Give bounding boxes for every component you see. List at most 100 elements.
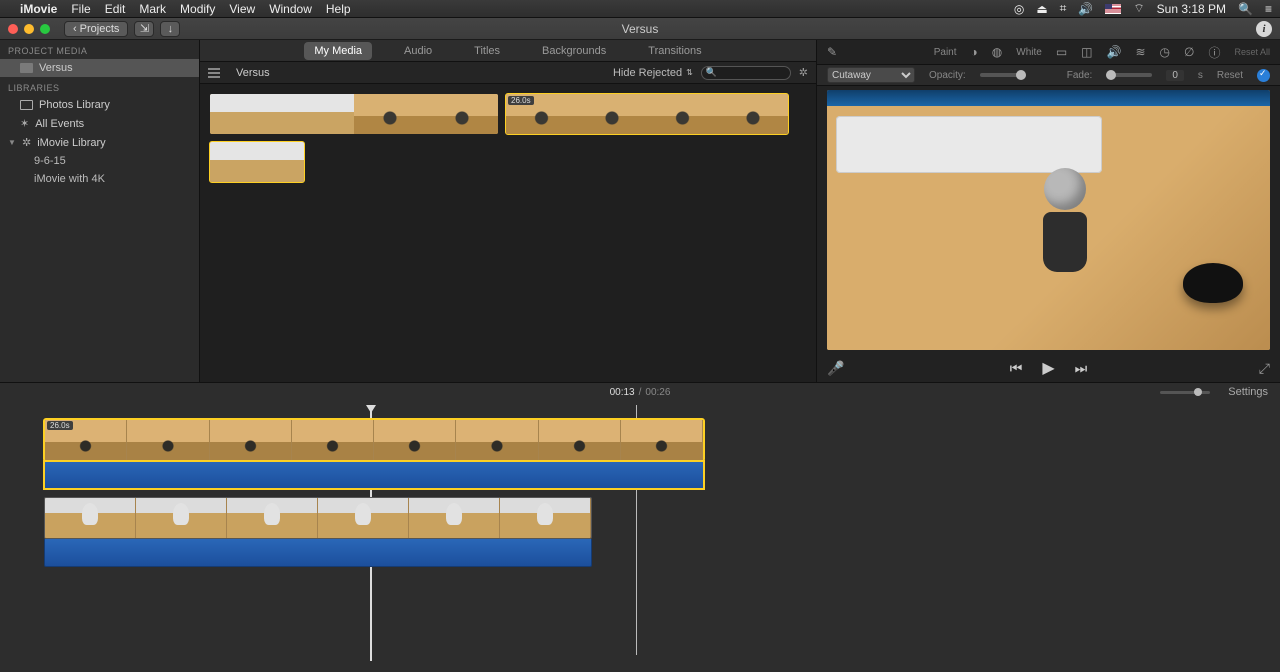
speed-icon[interactable]: ◷	[1160, 45, 1170, 59]
bluetooth-icon[interactable]: ⌗	[1060, 1, 1067, 16]
next-frame-button[interactable]: ⏭	[1075, 360, 1088, 377]
search-field[interactable]: 🔍	[701, 66, 791, 80]
timeline-settings-button[interactable]: Settings	[1228, 386, 1268, 398]
info-button[interactable]: i	[1256, 21, 1272, 37]
window-controls	[8, 24, 50, 34]
photos-icon	[20, 100, 33, 110]
timeline-panel: 00:13 / 00:26 Settings 26.0s	[0, 382, 1280, 672]
sidebar-event-imovie-4k[interactable]: iMovie with 4K	[0, 170, 199, 188]
timeline[interactable]: 26.0s	[0, 401, 1280, 661]
browser-settings-button[interactable]: ✲	[799, 66, 808, 79]
menu-file[interactable]: File	[71, 2, 90, 16]
notification-center-icon[interactable]: ≡	[1265, 2, 1272, 16]
noise-reduction-icon[interactable]: ≋	[1135, 45, 1145, 59]
menu-view[interactable]: View	[229, 2, 255, 16]
white-balance-label: White	[1016, 47, 1042, 58]
apply-checkmark-icon[interactable]	[1257, 69, 1270, 82]
timeline-marker[interactable]	[366, 405, 376, 413]
import-media-button[interactable]: ⇲	[134, 21, 154, 37]
prev-frame-button[interactable]: ⏮	[1010, 360, 1023, 377]
browser-title: Versus	[236, 67, 270, 79]
media-clip[interactable]	[210, 94, 498, 134]
media-clip-selected[interactable]: 26.0s	[506, 94, 788, 134]
window-toolbar: ‹ Projects ⇲ ↓ Versus i	[0, 18, 1280, 40]
fullscreen-button[interactable]: ⤢	[1259, 360, 1270, 377]
sidebar-all-events[interactable]: ✶ All Events	[0, 114, 199, 133]
airplay-icon[interactable]: ⏏	[1036, 2, 1047, 16]
voiceover-button[interactable]: 🎤	[827, 360, 844, 377]
media-clip-selected[interactable]	[210, 142, 304, 182]
fade-value: 0	[1166, 70, 1184, 81]
app-menu[interactable]: iMovie	[20, 2, 57, 16]
media-browser: 26.0s	[200, 84, 816, 382]
chevron-left-icon: ‹	[73, 23, 77, 35]
opacity-label: Opacity:	[929, 70, 966, 81]
clip-filter-icon[interactable]: ∅	[1184, 45, 1194, 59]
tab-titles[interactable]: Titles	[464, 42, 510, 60]
project-media-header: PROJECT MEDIA	[0, 40, 199, 59]
sidebar-project-versus[interactable]: Versus	[0, 59, 199, 77]
crop-icon[interactable]: ▭	[1056, 45, 1067, 59]
menu-window[interactable]: Window	[269, 2, 312, 16]
menu-edit[interactable]: Edit	[105, 2, 126, 16]
minimize-window-button[interactable]	[24, 24, 34, 34]
menu-mark[interactable]: Mark	[139, 2, 166, 16]
fade-slider[interactable]	[1106, 73, 1152, 77]
zoom-window-button[interactable]	[40, 24, 50, 34]
stabilization-icon[interactable]: ◫	[1081, 45, 1092, 59]
sidebar-photos-library[interactable]: Photos Library	[0, 96, 199, 114]
sidebar-imovie-library[interactable]: ▼ ✲ iMovie Library	[0, 133, 199, 152]
disclosure-triangle-icon[interactable]: ▼	[8, 138, 16, 147]
menu-modify[interactable]: Modify	[180, 2, 215, 16]
projects-back-label: Projects	[80, 23, 120, 35]
clip-filter-label: Hide Rejected	[613, 67, 682, 79]
timeline-clip-overlay[interactable]: 26.0s	[44, 419, 704, 489]
clip-audio-track[interactable]	[44, 539, 592, 567]
folder-icon	[20, 63, 33, 73]
wifi-icon[interactable]: ⌔	[1133, 1, 1144, 16]
overlay-type-dropdown[interactable]: Cutaway	[827, 67, 915, 83]
tab-audio[interactable]: Audio	[394, 42, 442, 60]
timeline-zoom-slider[interactable]	[1160, 391, 1210, 394]
input-source-icon[interactable]	[1105, 4, 1121, 14]
close-window-button[interactable]	[8, 24, 18, 34]
info-icon[interactable]: ⓘ	[1208, 44, 1220, 61]
updown-icon: ⇅	[686, 68, 693, 77]
sidebar-item-label: iMovie Library	[37, 137, 105, 149]
color-balance-icon[interactable]: ◑	[971, 45, 978, 59]
time-current: 00:13	[610, 387, 635, 398]
color-correction-icon[interactable]: ◍	[992, 45, 1002, 59]
auto-enhance-icon[interactable]: ✎	[827, 45, 837, 59]
projects-back-button[interactable]: ‹ Projects	[64, 21, 128, 37]
sidebar-event-9-6-15[interactable]: 9-6-15	[0, 152, 199, 170]
clock[interactable]: Sun 3:18 PM	[1157, 2, 1226, 16]
reset-button[interactable]: Reset	[1217, 70, 1243, 81]
tab-backgrounds[interactable]: Backgrounds	[532, 42, 616, 60]
list-view-toggle[interactable]	[208, 68, 220, 78]
tab-my-media[interactable]: My Media	[304, 42, 372, 60]
menuextra-icon[interactable]: ◎	[1014, 2, 1024, 16]
tab-transitions[interactable]: Transitions	[638, 42, 711, 60]
library-icon: ✲	[22, 136, 31, 149]
timeline-clip-primary[interactable]	[44, 497, 592, 567]
mac-menubar: iMovie File Edit Mark Modify View Window…	[0, 0, 1280, 18]
opacity-slider[interactable]	[980, 73, 1026, 77]
preview-figure	[1035, 168, 1095, 278]
overlay-controls: Cutaway Opacity: Fade: 0 s Reset	[817, 64, 1280, 86]
clip-duration-badge: 26.0s	[508, 96, 534, 105]
sidebar-item-label: iMovie with 4K	[34, 173, 105, 185]
play-button[interactable]: ▶	[1042, 358, 1054, 378]
import-icon: ⇲	[140, 22, 149, 35]
clip-filter-dropdown[interactable]: Hide Rejected ⇅	[613, 67, 693, 79]
share-button[interactable]: ↓	[160, 21, 180, 37]
video-viewer[interactable]	[827, 90, 1270, 350]
clip-audio-track[interactable]	[44, 461, 704, 489]
browser-header: Versus Hide Rejected ⇅ 🔍 ✲	[200, 62, 816, 84]
volume-icon[interactable]: 🔊	[1078, 2, 1093, 16]
window-title: Versus	[622, 22, 659, 36]
preview-mouse	[1183, 263, 1243, 303]
reset-all-button[interactable]: Reset All	[1234, 47, 1270, 57]
volume-adjust-icon[interactable]: 🔊	[1107, 45, 1122, 59]
menu-help[interactable]: Help	[326, 2, 351, 16]
spotlight-icon[interactable]: 🔍	[1238, 2, 1253, 16]
